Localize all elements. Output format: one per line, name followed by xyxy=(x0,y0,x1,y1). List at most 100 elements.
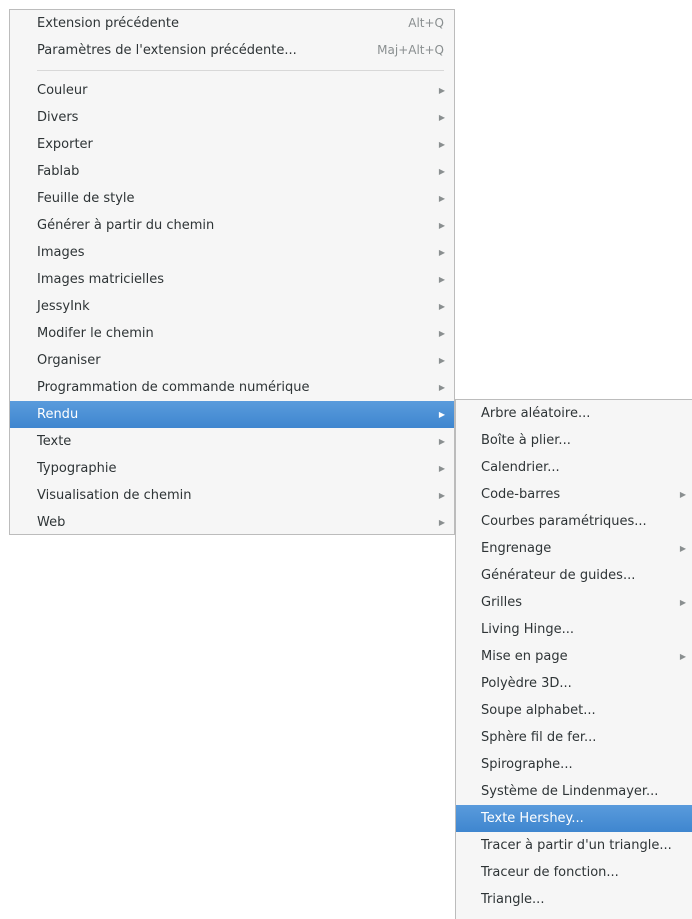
menu-item-previous-extension-settings[interactable]: Paramètres de l'extension précédente... … xyxy=(10,37,454,64)
submenu-arrow-icon: ▶ xyxy=(679,544,686,553)
menu-item-living-hinge[interactable]: Living Hinge... xyxy=(456,616,692,643)
menu-item-polyedre-3d[interactable]: Polyèdre 3D... xyxy=(456,670,692,697)
menu-item-label: Engrenage xyxy=(481,541,552,556)
submenu-arrow-icon: ▶ xyxy=(438,140,445,149)
menu-item-engrenage[interactable]: Engrenage ▶ xyxy=(456,535,692,562)
submenu-arrow-icon: ▶ xyxy=(438,329,445,338)
menu-item-visualisation-de-chemin[interactable]: Visualisation de chemin ▶ xyxy=(10,482,454,509)
submenu-arrow-icon: ▶ xyxy=(438,383,445,392)
menu-item-web[interactable]: Web ▶ xyxy=(10,509,454,536)
menu-item-label: Soupe alphabet... xyxy=(481,703,596,718)
menu-item-traceur-de-fonction[interactable]: Traceur de fonction... xyxy=(456,859,692,886)
menu-item-label: Mise en page xyxy=(481,649,568,664)
menu-item-exporter[interactable]: Exporter ▶ xyxy=(10,131,454,158)
menu-item-label: Couleur xyxy=(37,83,88,98)
menu-item-label: Web xyxy=(37,515,66,530)
submenu-arrow-icon: ▶ xyxy=(438,356,445,365)
menu-item-label: Texte Hershey... xyxy=(481,811,584,826)
menu-item-label: Programmation de commande numérique xyxy=(37,380,310,395)
menu-item-boite-a-plier[interactable]: Boîte à plier... xyxy=(456,427,692,454)
submenu-arrow-icon: ▶ xyxy=(438,491,445,500)
menu-item-label: Polyèdre 3D... xyxy=(481,676,572,691)
menu-item-label: Rendu xyxy=(37,407,79,422)
submenu-arrow-icon: ▶ xyxy=(438,113,445,122)
menu-item-label: Typographie xyxy=(37,461,117,476)
menu-item-spirographe[interactable]: Spirographe... xyxy=(456,751,692,778)
menu-item-label: Courbes paramétriques... xyxy=(481,514,647,529)
submenu-arrow-icon: ▶ xyxy=(679,490,686,499)
menu-item-label: Living Hinge... xyxy=(481,622,575,637)
menu-item-label: Triangle... xyxy=(481,892,545,907)
menu-item-generateur-de-guides[interactable]: Générateur de guides... xyxy=(456,562,692,589)
menu-item-label: Grilles xyxy=(481,595,523,610)
submenu-arrow-icon: ▶ xyxy=(438,167,445,176)
menu-item-couleur[interactable]: Couleur ▶ xyxy=(10,77,454,104)
menu-item-texte[interactable]: Texte ▶ xyxy=(10,428,454,455)
menu-item-soupe-alphabet[interactable]: Soupe alphabet... xyxy=(456,697,692,724)
menu-item-label: Spirographe... xyxy=(481,757,573,772)
shortcut-label: Alt+Q xyxy=(408,16,444,30)
menu-item-arbre-aleatoire[interactable]: Arbre aléatoire... xyxy=(456,400,692,427)
extension-categories: Couleur ▶ Divers ▶ Exporter ▶ Fablab ▶ Feuille d… xyxy=(10,77,454,536)
menu-item-label: Générer à partir du chemin xyxy=(37,218,215,233)
menu-item-feuille-de-style[interactable]: Feuille de style ▶ xyxy=(10,185,454,212)
menu-item-sphere-fil-de-fer[interactable]: Sphère fil de fer... xyxy=(456,724,692,751)
menu-item-programmation-de-commande-numerique[interactable]: Programmation de commande numérique ▶ xyxy=(10,374,454,401)
menu-item-label: Extension précédente xyxy=(37,16,179,31)
submenu-arrow-icon: ▶ xyxy=(438,275,445,284)
menu-item-code-barres[interactable]: Code-barres ▶ xyxy=(456,481,692,508)
submenu-arrow-icon: ▶ xyxy=(438,410,445,419)
menu-item-divers[interactable]: Divers ▶ xyxy=(10,104,454,131)
menu-item-label: Visualisation de chemin xyxy=(37,488,192,503)
menu-item-images-matricielles[interactable]: Images matricielles ▶ xyxy=(10,266,454,293)
submenu-arrow-icon: ▶ xyxy=(438,302,445,311)
menu-item-label: Boîte à plier... xyxy=(481,433,571,448)
menu-item-generer-a-partir-du-chemin[interactable]: Générer à partir du chemin ▶ xyxy=(10,212,454,239)
menu-item-courbes-parametriques[interactable]: Courbes paramétriques... xyxy=(456,508,692,535)
menu-item-organiser[interactable]: Organiser ▶ xyxy=(10,347,454,374)
menu-item-label: Divers xyxy=(37,110,79,125)
menu-item-label: Images matricielles xyxy=(37,272,165,287)
menu-item-typographie[interactable]: Typographie ▶ xyxy=(10,455,454,482)
submenu-arrow-icon: ▶ xyxy=(438,437,445,446)
submenu-arrow-icon: ▶ xyxy=(438,86,445,95)
menu-item-label: Paramètres de l'extension précédente... xyxy=(37,43,297,58)
menu-item-grilles[interactable]: Grilles ▶ xyxy=(456,589,692,616)
submenu-arrow-icon: ▶ xyxy=(438,464,445,473)
menu-item-label: Tracer à partir d'un triangle... xyxy=(481,838,672,853)
menu-item-label: Images xyxy=(37,245,85,260)
menu-item-label: Sphère fil de fer... xyxy=(481,730,597,745)
menu-item-label: Générateur de guides... xyxy=(481,568,636,583)
menu-item-calendrier[interactable]: Calendrier... xyxy=(456,454,692,481)
submenu-arrow-icon: ▶ xyxy=(679,652,686,661)
menu-item-label: Calendrier... xyxy=(481,460,560,475)
submenu-arrow-icon: ▶ xyxy=(438,194,445,203)
menu-item-jessyink[interactable]: JessyInk ▶ xyxy=(10,293,454,320)
shortcut-label: Maj+Alt+Q xyxy=(377,43,444,57)
submenu-arrow-icon: ▶ xyxy=(438,221,445,230)
menu-item-label: Exporter xyxy=(37,137,93,152)
menu-item-modifer-le-chemin[interactable]: Modifer le chemin ▶ xyxy=(10,320,454,347)
menu-item-fablab[interactable]: Fablab ▶ xyxy=(10,158,454,185)
menu-item-images[interactable]: Images ▶ xyxy=(10,239,454,266)
menu-item-triangle[interactable]: Triangle... xyxy=(456,886,692,913)
menu-item-tracer-a-partir-d-un-triangle[interactable]: Tracer à partir d'un triangle... xyxy=(456,832,692,859)
menu-item-label: Système de Lindenmayer... xyxy=(481,784,659,799)
menu-item-texte-hershey[interactable]: Texte Hershey... xyxy=(456,805,692,832)
menu-item-label: Traceur de fonction... xyxy=(481,865,619,880)
menu-item-systeme-de-lindenmayer[interactable]: Système de Lindenmayer... xyxy=(456,778,692,805)
menu-item-label: JessyInk xyxy=(37,299,90,314)
menu-item-label: Arbre aléatoire... xyxy=(481,406,591,421)
extensions-menu: Extension précédente Alt+Q Paramètres de… xyxy=(9,9,455,535)
menu-item-label: Code-barres xyxy=(481,487,561,502)
menu-item-mise-en-page[interactable]: Mise en page ▶ xyxy=(456,643,692,670)
menu-item-rendu[interactable]: Rendu ▶ xyxy=(10,401,454,428)
menu-item-label: Texte xyxy=(37,434,72,449)
submenu-arrow-icon: ▶ xyxy=(679,598,686,607)
rendu-items: Arbre aléatoire... Boîte à plier... Calend… xyxy=(456,400,692,913)
menu-item-label: Feuille de style xyxy=(37,191,135,206)
rendu-submenu: Arbre aléatoire... Boîte à plier... Calend… xyxy=(455,399,692,919)
menu-item-label: Fablab xyxy=(37,164,80,179)
menu-item-previous-extension[interactable]: Extension précédente Alt+Q xyxy=(10,10,454,37)
submenu-arrow-icon: ▶ xyxy=(438,248,445,257)
